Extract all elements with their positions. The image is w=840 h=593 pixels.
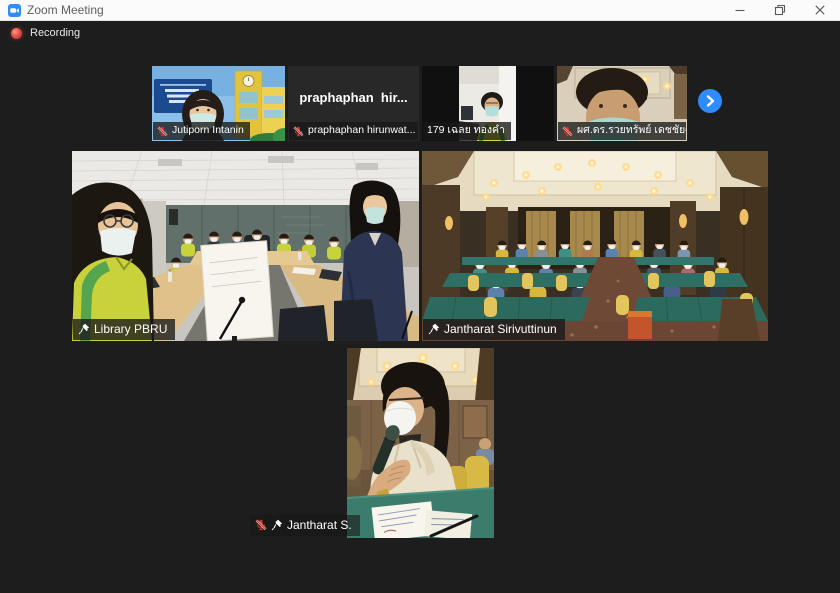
restore-button[interactable] — [760, 0, 800, 20]
video-tile-jantharat-s[interactable]: Jantharat S. — [247, 345, 594, 541]
recording-label: Recording — [30, 27, 80, 39]
recording-indicator: Recording — [11, 27, 80, 39]
participant-name: praphaphan hirunwat... — [308, 125, 415, 137]
video-tile-jantharat-sirivuttinun[interactable]: Jantharat Sirivuttinun — [422, 151, 768, 341]
titlebar: Zoom Meeting — [0, 0, 840, 21]
participant-name-tag: Library PBRU — [73, 319, 175, 340]
close-button[interactable] — [800, 0, 840, 20]
participant-name-tag: Jantharat S. — [250, 515, 360, 536]
participant-name: Jantharat S. — [287, 519, 352, 532]
participant-name-tag: 179 เฉลย ทองคำ — [423, 122, 511, 140]
participant-display-name: praphaphan hir... — [288, 66, 419, 129]
video-tile-library-pbru[interactable]: Library PBRU — [72, 151, 419, 341]
mic-muted-icon — [157, 126, 168, 137]
participant-name: Library PBRU — [94, 323, 167, 336]
participant-name: 179 เฉลย ทองคำ — [427, 125, 505, 137]
participant-name-tag: praphaphan hirunwat... — [289, 122, 418, 140]
pin-icon — [271, 519, 283, 531]
video-feed — [422, 151, 768, 341]
recording-dot-icon — [11, 28, 22, 39]
participant-name: ผศ.ดร.รวยทรัพย์ เดชชัยศรี — [577, 125, 686, 137]
participant-name: Jantharat Sirivuttinun — [444, 323, 557, 336]
participant-name: Jutiporn Intanin — [172, 125, 244, 137]
minimize-button[interactable] — [720, 0, 760, 20]
portrait-video-wrapper — [347, 348, 494, 538]
zoom-app-icon — [8, 4, 21, 17]
thumbnail-ruaysap[interactable]: ผศ.ดร.รวยทรัพย์ เดชชัยศรี — [557, 66, 687, 141]
video-feed — [72, 151, 419, 341]
participant-name-tag: Jutiporn Intanin — [153, 122, 250, 140]
mic-muted-icon — [562, 126, 573, 137]
pin-icon — [428, 323, 440, 335]
window-controls — [720, 0, 840, 20]
pin-icon — [78, 323, 90, 335]
chevron-right-icon — [698, 89, 722, 113]
window-title: Zoom Meeting — [27, 3, 104, 17]
participant-name-tag: Jantharat Sirivuttinun — [423, 319, 565, 340]
participant-name-tag: ผศ.ดร.รวยทรัพย์ เดชชัยศรี — [558, 122, 686, 140]
mic-muted-icon — [293, 126, 304, 137]
video-feed — [347, 348, 494, 538]
next-participants-button[interactable] — [698, 89, 722, 113]
meeting-stage: Recording — [0, 21, 840, 593]
thumbnail-179-chaloey[interactable]: 179 เฉลย ทองคำ — [422, 66, 554, 141]
mic-muted-icon — [255, 519, 267, 531]
thumbnail-jutiporn-intanin[interactable]: Jutiporn Intanin — [152, 66, 285, 141]
thumbnail-praphaphan[interactable]: praphaphan hir... praphaphan hirunwat... — [288, 66, 419, 141]
zoom-meeting-window: Zoom Meeting Recording — [0, 0, 840, 593]
